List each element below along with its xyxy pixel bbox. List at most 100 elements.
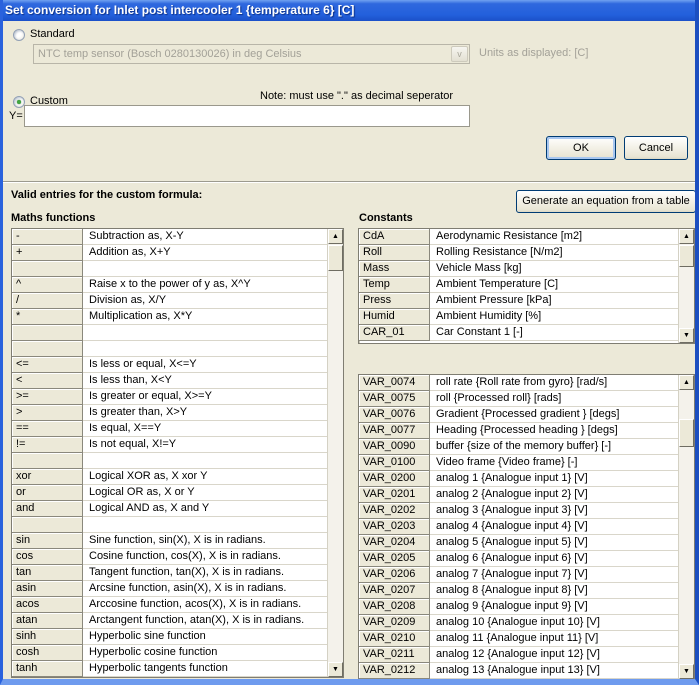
table-row[interactable]: VAR_0076Gradient {Processed gradient } […	[359, 407, 678, 423]
table-row[interactable]: >=Is greater or equal, X>=Y	[12, 389, 327, 405]
scroll-down-icon[interactable]: ▼	[679, 664, 694, 679]
scroll-up-icon[interactable]: ▲	[679, 229, 694, 244]
entry-description: Is less than, X<Y	[83, 373, 327, 389]
maths-scrollbar[interactable]: ▲ ▼	[327, 229, 343, 677]
table-row[interactable]: VAR_0205analog 6 {Analogue input 6} [V]	[359, 551, 678, 567]
table-row[interactable]: cosCosine function, cos(X), X is in radi…	[12, 549, 327, 565]
entry-description: analog 6 {Analogue input 6} [V]	[430, 551, 678, 567]
table-row[interactable]: VAR_0212analog 13 {Analogue input 13} [V…	[359, 663, 678, 679]
table-row[interactable]: VAR_0207analog 8 {Analogue input 8} [V]	[359, 583, 678, 599]
ok-button[interactable]: OK	[546, 136, 616, 160]
entry-description: analog 1 {Analogue input 1} [V]	[430, 471, 678, 487]
table-row[interactable]: atanArctangent function, atan(X), X is i…	[12, 613, 327, 629]
scroll-up-icon[interactable]: ▲	[679, 375, 694, 390]
table-row[interactable]: TempAmbient Temperature [C]	[359, 277, 678, 293]
chevron-down-icon[interactable]: v	[451, 46, 468, 62]
scrollbar-thumb[interactable]	[679, 245, 694, 267]
table-row[interactable]: VAR_0204analog 5 {Analogue input 5} [V]	[359, 535, 678, 551]
table-row[interactable]: VAR_0208analog 9 {Analogue input 9} [V]	[359, 599, 678, 615]
table-row[interactable]: MassVehicle Mass [kg]	[359, 261, 678, 277]
entry-description: analog 10 {Analogue input 10} [V]	[430, 615, 678, 631]
entry-description: roll rate {Roll rate from gyro} [rad/s]	[430, 375, 678, 391]
entry-name: Roll	[359, 245, 430, 261]
table-row[interactable]: VAR_0211analog 12 {Analogue input 12} [V…	[359, 647, 678, 663]
scrollbar-thumb[interactable]	[328, 245, 343, 271]
table-row[interactable]: CAR_01Car Constant 1 [-]	[359, 325, 678, 341]
entry-description: Is less or equal, X<=Y	[83, 357, 327, 373]
table-row[interactable]: sinhHyperbolic sine function	[12, 629, 327, 645]
entry-description: Addition as, X+Y	[83, 245, 327, 261]
table-row[interactable]: HumidAmbient Humidity [%]	[359, 309, 678, 325]
table-row[interactable]: VAR_0210analog 11 {Analogue input 11} [V…	[359, 631, 678, 647]
constants-scrollbar[interactable]: ▲ ▼	[678, 229, 694, 343]
table-row[interactable]: VAR_0206analog 7 {Analogue input 7} [V]	[359, 567, 678, 583]
table-row[interactable]: VAR_0209analog 10 {Analogue input 10} [V…	[359, 615, 678, 631]
table-row[interactable]: +Addition as, X+Y	[12, 245, 327, 261]
constants-heading: Constants	[359, 212, 413, 224]
entry-description: analog 5 {Analogue input 5} [V]	[430, 535, 678, 551]
table-row[interactable]: VAR_0090buffer {size of the memory buffe…	[359, 439, 678, 455]
units-displayed-label: Units as displayed: [C]	[479, 47, 588, 59]
entry-description: Logical XOR as, X xor Y	[83, 469, 327, 485]
generate-equation-button[interactable]: Generate an equation from a table	[516, 190, 696, 213]
table-row[interactable]	[12, 261, 327, 277]
table-row[interactable]: /Division as, X/Y	[12, 293, 327, 309]
table-row[interactable]	[12, 341, 327, 357]
table-row[interactable]: VAR_0202analog 3 {Analogue input 3} [V]	[359, 503, 678, 519]
table-row[interactable]: acosArccosine function, acos(X), X is in…	[12, 597, 327, 613]
table-row[interactable]: -Subtraction as, X-Y	[12, 229, 327, 245]
scroll-down-icon[interactable]: ▼	[328, 662, 343, 677]
standard-radio[interactable]	[13, 29, 25, 41]
table-row[interactable]: asinArcsine function, asin(X), X is in r…	[12, 581, 327, 597]
table-row[interactable]: coshHyperbolic cosine function	[12, 645, 327, 661]
table-row[interactable]	[12, 453, 327, 469]
table-row[interactable]: <=Is less or equal, X<=Y	[12, 357, 327, 373]
table-row[interactable]: VAR_0203analog 4 {Analogue input 4} [V]	[359, 519, 678, 535]
table-row[interactable]: VAR_0200analog 1 {Analogue input 1} [V]	[359, 471, 678, 487]
table-row[interactable]: orLogical OR as, X or Y	[12, 485, 327, 501]
table-row[interactable]: VAR_0075roll {Processed roll} [rads]	[359, 391, 678, 407]
entry-name: tanh	[12, 661, 83, 677]
entry-name: atan	[12, 613, 83, 629]
table-row[interactable]: VAR_0201analog 2 {Analogue input 2} [V]	[359, 487, 678, 503]
entry-description: Ambient Humidity [%]	[430, 309, 678, 325]
table-row[interactable]: VAR_0074roll rate {Roll rate from gyro} …	[359, 375, 678, 391]
table-row[interactable]: xorLogical XOR as, X xor Y	[12, 469, 327, 485]
formula-input[interactable]	[24, 105, 470, 127]
decimal-separator-note: Note: must use "." as decimal seperator	[260, 90, 453, 102]
table-row[interactable]: VAR_0077Heading {Processed heading } [de…	[359, 423, 678, 439]
entry-description: Tangent function, tan(X), X is in radian…	[83, 565, 327, 581]
standard-radio-label[interactable]: Standard	[30, 28, 75, 40]
variables-scrollbar[interactable]: ▲ ▼	[678, 375, 694, 679]
entry-description: Rolling Resistance [N/m2]	[430, 245, 678, 261]
table-row[interactable]: !=Is not equal, X!=Y	[12, 437, 327, 453]
table-row[interactable]: <Is less than, X<Y	[12, 373, 327, 389]
scroll-up-icon[interactable]: ▲	[328, 229, 343, 244]
table-row[interactable]: tanhHyperbolic tangents function	[12, 661, 327, 677]
table-row[interactable]	[12, 517, 327, 533]
entry-description: Hyperbolic cosine function	[83, 645, 327, 661]
table-row[interactable]: tanTangent function, tan(X), X is in rad…	[12, 565, 327, 581]
table-row[interactable]: CdAAerodynamic Resistance [m2]	[359, 229, 678, 245]
table-row[interactable]: andLogical AND as, X and Y	[12, 501, 327, 517]
table-row[interactable]: PressAmbient Pressure [kPa]	[359, 293, 678, 309]
table-row[interactable]: VAR_0100Video frame {Video frame} [-]	[359, 455, 678, 471]
window-title: Set conversion for Inlet post intercoole…	[5, 3, 354, 17]
entry-name: VAR_0203	[359, 519, 430, 535]
entry-description: Is not equal, X!=Y	[83, 437, 327, 453]
table-row[interactable]: ==Is equal, X==Y	[12, 421, 327, 437]
standard-sensor-combobox[interactable]: NTC temp sensor (Bosch 0280130026) in de…	[33, 44, 470, 64]
scroll-down-icon[interactable]: ▼	[679, 328, 694, 343]
title-bar[interactable]: Set conversion for Inlet post intercoole…	[0, 0, 699, 21]
cancel-button[interactable]: Cancel	[624, 136, 688, 160]
table-row[interactable]	[12, 325, 327, 341]
table-row[interactable]: sinSine function, sin(X), X is in radian…	[12, 533, 327, 549]
table-row[interactable]: >Is greater than, X>Y	[12, 405, 327, 421]
entry-name: ^	[12, 277, 83, 293]
scrollbar-thumb[interactable]	[679, 419, 694, 447]
entry-name: VAR_0212	[359, 663, 430, 679]
table-row[interactable]: RollRolling Resistance [N/m2]	[359, 245, 678, 261]
entry-name: sinh	[12, 629, 83, 645]
table-row[interactable]: ^Raise x to the power of y as, X^Y	[12, 277, 327, 293]
table-row[interactable]: *Multiplication as, X*Y	[12, 309, 327, 325]
